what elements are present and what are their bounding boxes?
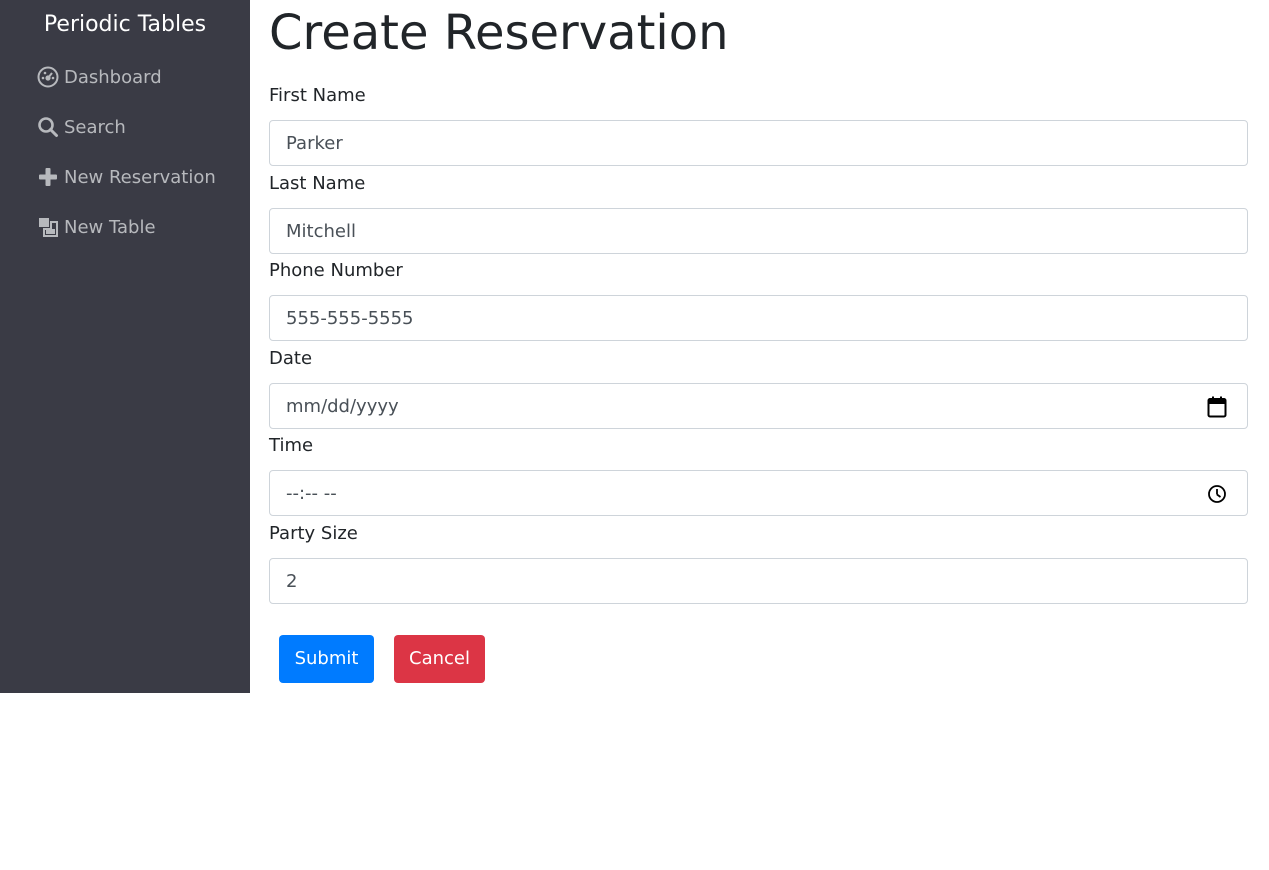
cancel-button[interactable]: Cancel bbox=[394, 635, 485, 683]
plus-icon bbox=[37, 166, 59, 188]
sidebar-item-label: New Reservation bbox=[64, 166, 216, 188]
party-size-value: 2 bbox=[286, 571, 298, 592]
phone-input[interactable]: 555-555-5555 bbox=[269, 295, 1248, 341]
first-name-input[interactable]: Parker bbox=[269, 120, 1248, 166]
first-name-value: Parker bbox=[286, 133, 343, 154]
last-name-input[interactable]: Mitchell bbox=[269, 208, 1248, 254]
last-name-value: Mitchell bbox=[286, 221, 356, 242]
sidebar-item-label: New Table bbox=[64, 216, 156, 238]
sidebar-item-search[interactable]: Search bbox=[37, 112, 126, 142]
sidebar-item-label: Search bbox=[64, 116, 126, 138]
phone-value: 555-555-5555 bbox=[286, 308, 414, 329]
first-name-label: First Name bbox=[269, 85, 366, 106]
clock-icon[interactable] bbox=[1205, 482, 1229, 506]
date-value: mm/dd/yyyy bbox=[286, 396, 399, 417]
brand-title[interactable]: Periodic Tables bbox=[0, 9, 250, 41]
time-value: --:-- -- bbox=[286, 483, 337, 504]
time-input[interactable]: --:-- -- bbox=[269, 470, 1248, 516]
sidebar-item-new-reservation[interactable]: New Reservation bbox=[37, 162, 216, 192]
sidebar-item-new-table[interactable]: New Table bbox=[37, 212, 156, 242]
calendar-icon[interactable] bbox=[1205, 395, 1229, 419]
time-label: Time bbox=[269, 435, 314, 456]
search-icon bbox=[37, 116, 59, 138]
sidebar-item-dashboard[interactable]: Dashboard bbox=[37, 62, 162, 92]
sidebar-item-label: Dashboard bbox=[64, 66, 162, 88]
last-name-label: Last Name bbox=[269, 173, 366, 194]
sidebar: Periodic Tables Dashboard Search New Res… bbox=[0, 0, 250, 693]
date-input[interactable]: mm/dd/yyyy bbox=[269, 383, 1248, 429]
party-size-input[interactable]: 2 bbox=[269, 558, 1248, 604]
date-label: Date bbox=[269, 348, 313, 369]
page-title: Create Reservation bbox=[269, 5, 729, 61]
dashboard-icon bbox=[37, 66, 59, 88]
layers-icon bbox=[37, 216, 59, 238]
phone-label: Phone Number bbox=[269, 260, 403, 281]
party-size-label: Party Size bbox=[269, 523, 358, 544]
submit-button[interactable]: Submit bbox=[279, 635, 374, 683]
